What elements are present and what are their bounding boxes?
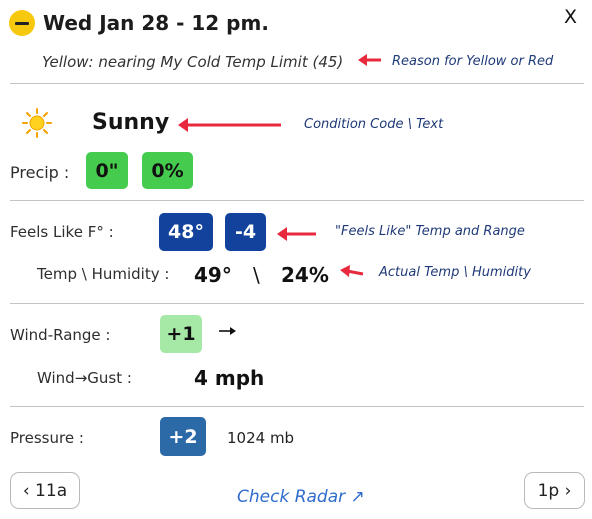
- pressure-value: 1024 mb: [227, 429, 295, 447]
- temp-humidity-label: Temp \ Humidity :: [37, 265, 170, 283]
- temp-humidity-separator: \: [253, 263, 260, 287]
- annotation-actual-temp: Actual Temp \ Humidity: [379, 265, 531, 280]
- precip-chance-badge: 0%: [142, 152, 193, 189]
- condition-text: Sunny: [92, 110, 170, 135]
- divider: [10, 200, 584, 201]
- annotation-arrow-icon: [178, 118, 281, 132]
- annotation-arrow-icon: [358, 54, 381, 66]
- close-button[interactable]: X: [564, 6, 577, 28]
- pressure-label: Pressure :: [10, 429, 84, 447]
- arrow-right-icon: [219, 327, 236, 335]
- status-reason: Yellow: nearing My Cold Temp Limit (45): [42, 53, 344, 71]
- sun-icon: [22, 108, 52, 138]
- wind-range-badge: +1: [160, 315, 202, 353]
- precip-amount-badge: 0": [86, 152, 128, 189]
- annotation-feels-like: "Feels Like" Temp and Range: [335, 224, 525, 239]
- page-title: Wed Jan 28 - 12 pm.: [43, 11, 269, 35]
- annotation-arrow-icon: [340, 265, 364, 277]
- status-indicator: [9, 10, 35, 36]
- next-hour-button[interactable]: 1p ›: [524, 472, 585, 509]
- annotation-arrow-icon: [277, 227, 316, 241]
- wind-gust-value: 4 mph: [194, 366, 265, 390]
- feels-like-badge: 48°: [159, 213, 213, 251]
- divider: [10, 406, 584, 407]
- actual-temp-value: 49°: [194, 263, 232, 287]
- wind-gust-label: Wind→Gust :: [37, 369, 132, 387]
- annotation-condition: Condition Code \ Text: [304, 117, 444, 132]
- divider: [10, 303, 584, 304]
- humidity-value: 24%: [281, 263, 329, 287]
- check-radar-link[interactable]: Check Radar ↗: [237, 486, 365, 508]
- divider: [10, 83, 584, 84]
- annotation-reason: Reason for Yellow or Red: [392, 54, 554, 69]
- pressure-change-badge: +2: [160, 417, 206, 456]
- prev-hour-button[interactable]: ‹ 11a: [10, 472, 80, 509]
- feels-like-label: Feels Like F° :: [10, 223, 114, 241]
- minus-icon: [15, 21, 29, 25]
- wind-range-label: Wind-Range :: [10, 326, 111, 344]
- feels-like-range-badge: -4: [225, 213, 266, 251]
- precip-label: Precip :: [10, 163, 70, 182]
